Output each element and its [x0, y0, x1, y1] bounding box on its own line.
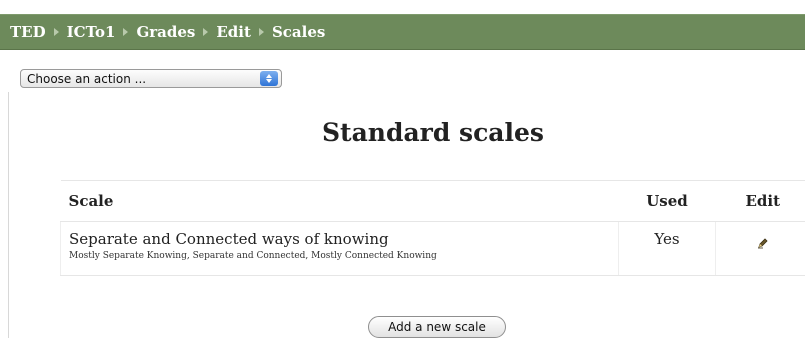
table-row: Separate and Connected ways of knowing M…	[60, 221, 805, 276]
table-header-row: Scale Used Edit	[60, 180, 805, 222]
column-header-scale: Scale	[60, 180, 619, 222]
breadcrumb-separator-icon	[123, 28, 129, 36]
breadcrumb-item-edit[interactable]: Edit	[216, 23, 251, 41]
used-cell: Yes	[618, 221, 716, 276]
scale-cell: Separate and Connected ways of knowing M…	[60, 221, 619, 276]
breadcrumb-separator-icon	[203, 28, 209, 36]
breadcrumb-separator-icon	[53, 28, 59, 36]
edit-icon[interactable]	[757, 234, 769, 253]
column-header-edit: Edit	[715, 180, 805, 222]
breadcrumb-separator-icon	[258, 28, 264, 36]
breadcrumb-item-scales: Scales	[271, 23, 326, 41]
add-scale-button[interactable]: Add a new scale	[368, 316, 506, 338]
breadcrumb-item-grades[interactable]: Grades	[136, 23, 195, 41]
breadcrumb-item-course[interactable]: ICTo1	[67, 23, 116, 41]
scales-table: Scale Used Edit Separate and Connected w…	[60, 180, 805, 276]
action-select[interactable]: Choose an action ...	[20, 69, 282, 88]
column-header-used: Used	[618, 180, 716, 222]
scale-name: Separate and Connected ways of knowing	[69, 230, 389, 248]
page-title: Standard scales	[322, 118, 544, 147]
scale-items: Mostly Separate Knowing, Separate and Co…	[69, 251, 437, 261]
page: TED ICTo1 Grades Edit Scales Choose an a…	[0, 0, 805, 338]
breadcrumb-item-ted[interactable]: TED	[10, 23, 46, 41]
action-select-value: Choose an action ...	[27, 71, 147, 86]
edit-cell	[715, 221, 805, 276]
select-arrows-icon	[260, 71, 278, 86]
breadcrumb: TED ICTo1 Grades Edit Scales	[0, 14, 805, 50]
